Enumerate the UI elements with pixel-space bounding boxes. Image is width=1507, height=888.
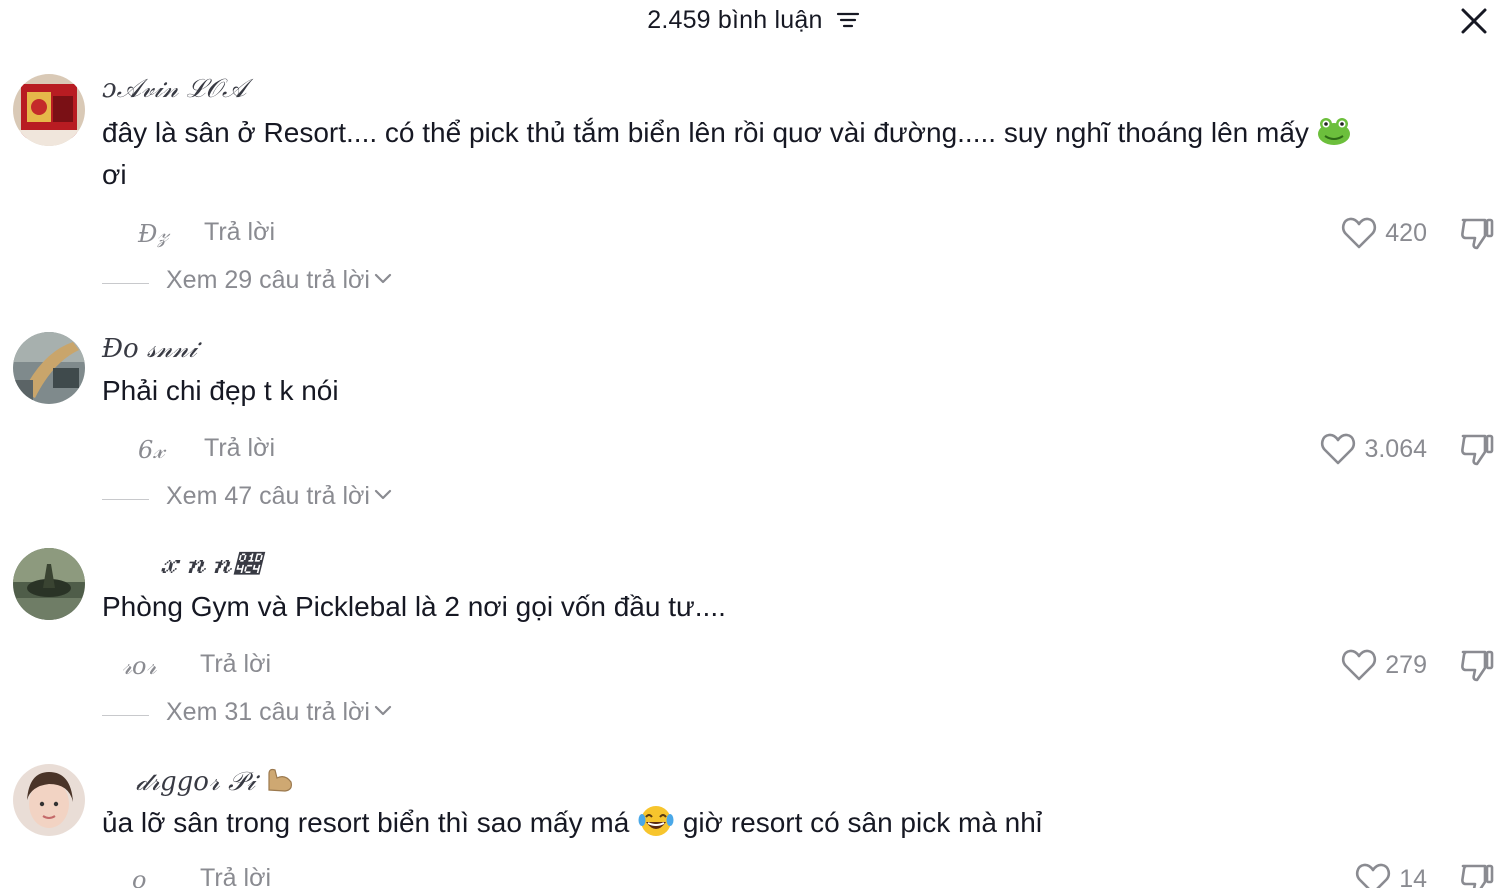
comment-meta-row: 𝑜 Trả lời 14 — [0, 860, 1507, 888]
reply-button[interactable]: Trả lời — [200, 650, 271, 679]
comment-meta-row: 𝓇𝑜𝓇 Trả lời 279 — [0, 646, 1507, 686]
heart-icon — [1342, 217, 1377, 249]
flexed-arm-emoji — [268, 768, 293, 792]
reply-button[interactable]: Trả lời — [204, 218, 275, 247]
comment-meta-row: Đ𝓏 Trả lời 420 — [0, 214, 1507, 254]
dislike-icon[interactable] — [1459, 860, 1495, 888]
comments-count-title[interactable]: 2.459 bình luận — [0, 6, 1507, 35]
comment-username[interactable]: 𝒹𝓇𝑔𝑔𝑜𝓇 𝒫𝒾 — [136, 764, 295, 798]
avatar[interactable] — [13, 332, 85, 404]
avatar-image — [13, 74, 85, 146]
comment-text-body: đây là sân ở Resort.... có thể pick thủ … — [102, 117, 1309, 148]
avatar-image — [13, 548, 85, 620]
comment-date: 𝑜 — [132, 866, 147, 888]
avatar[interactable] — [13, 764, 85, 836]
like-count: 420 — [1385, 218, 1427, 247]
like-button[interactable]: 279 — [1341, 646, 1427, 684]
view-replies-button[interactable]: Xem 29 câu trả lời — [102, 266, 422, 300]
heart-icon — [1356, 863, 1391, 888]
comment-date: 6𝓍 — [138, 436, 165, 464]
view-replies-text: Xem 47 câu trả lời — [166, 482, 370, 510]
like-button[interactable]: 14 — [1355, 860, 1427, 888]
comment-text: Phòng Gym và Picklebal là 2 nơi gọi vốn … — [102, 591, 726, 622]
view-replies-label: Xem 29 câu trả lời — [166, 266, 392, 295]
dislike-icon[interactable] — [1459, 430, 1495, 468]
like-count: 14 — [1399, 864, 1427, 888]
comment-date: Đ𝓏 — [138, 220, 169, 248]
comment-username[interactable]: 𝓍𝓃𝓃𝓄 — [156, 550, 260, 580]
heart-icon — [1342, 649, 1377, 681]
laughing-tears-emoji — [638, 806, 674, 836]
replies-divider — [102, 499, 149, 500]
comments-count-label: 2.459 bình luận — [647, 6, 823, 34]
avatar[interactable] — [13, 548, 85, 620]
comment-text: Phải chi đẹp t k nói — [102, 375, 339, 406]
view-replies-text: Xem 29 câu trả lời — [166, 266, 370, 294]
dislike-icon[interactable] — [1459, 646, 1495, 684]
replies-divider — [102, 283, 149, 284]
view-replies-label: Xem 47 câu trả lời — [166, 482, 392, 511]
like-button[interactable]: 420 — [1341, 214, 1427, 252]
comment-text-before: ủa lỡ sân trong resort biển thì sao mấy … — [102, 807, 630, 838]
reply-button[interactable]: Trả lời — [204, 434, 275, 463]
avatar[interactable] — [13, 74, 85, 146]
comments-header: 2.459 bình luận — [0, 0, 1507, 44]
like-count: 3.064 — [1364, 434, 1427, 463]
comment-text-tail: ơi — [102, 159, 127, 190]
view-replies-button[interactable]: Xem 47 câu trả lời — [102, 482, 422, 516]
comment-meta-row: 6𝓍 Trả lời 3.064 — [0, 430, 1507, 470]
chevron-down-icon — [374, 273, 392, 284]
avatar-image — [13, 764, 85, 836]
heart-icon — [1321, 433, 1356, 465]
comment-text: ủa lỡ sân trong resort biển thì sao mấy … — [102, 802, 1452, 844]
comment-username[interactable]: ɔ𝒜𝓋𝒾𝓃 ℒ𝒪𝒜 — [102, 74, 247, 105]
replies-divider — [102, 715, 149, 716]
username-text: 𝒹𝓇𝑔𝑔𝑜𝓇 𝒫𝒾 — [136, 767, 256, 797]
frog-emoji — [1317, 118, 1350, 145]
avatar-image — [13, 332, 85, 404]
comments-panel: 2.459 bình luận ɔ𝒜𝓋𝒾𝓃 ℒ𝒪𝒜 đây là sân ở R… — [0, 0, 1507, 888]
comment-text: đây là sân ở Resort.... có thể pick thủ … — [102, 112, 1452, 196]
reply-button[interactable]: Trả lời — [200, 864, 271, 888]
filter-icon[interactable] — [836, 10, 860, 30]
like-count: 279 — [1385, 650, 1427, 679]
chevron-down-icon — [374, 489, 392, 500]
comment-username[interactable]: Đo 𝓈𝓃𝓃𝒾 — [102, 334, 197, 365]
dislike-icon[interactable] — [1459, 214, 1495, 252]
view-replies-label: Xem 31 câu trả lời — [166, 698, 392, 727]
like-button[interactable]: 3.064 — [1320, 430, 1427, 468]
view-replies-text: Xem 31 câu trả lời — [166, 698, 370, 726]
view-replies-button[interactable]: Xem 31 câu trả lời — [102, 698, 422, 732]
chevron-down-icon — [374, 705, 392, 716]
comment-date: 𝓇𝑜𝓇 — [122, 652, 157, 680]
comment-text-after: giờ resort có sân pick mà nhỉ — [682, 807, 1043, 838]
close-icon[interactable] — [1459, 6, 1489, 36]
